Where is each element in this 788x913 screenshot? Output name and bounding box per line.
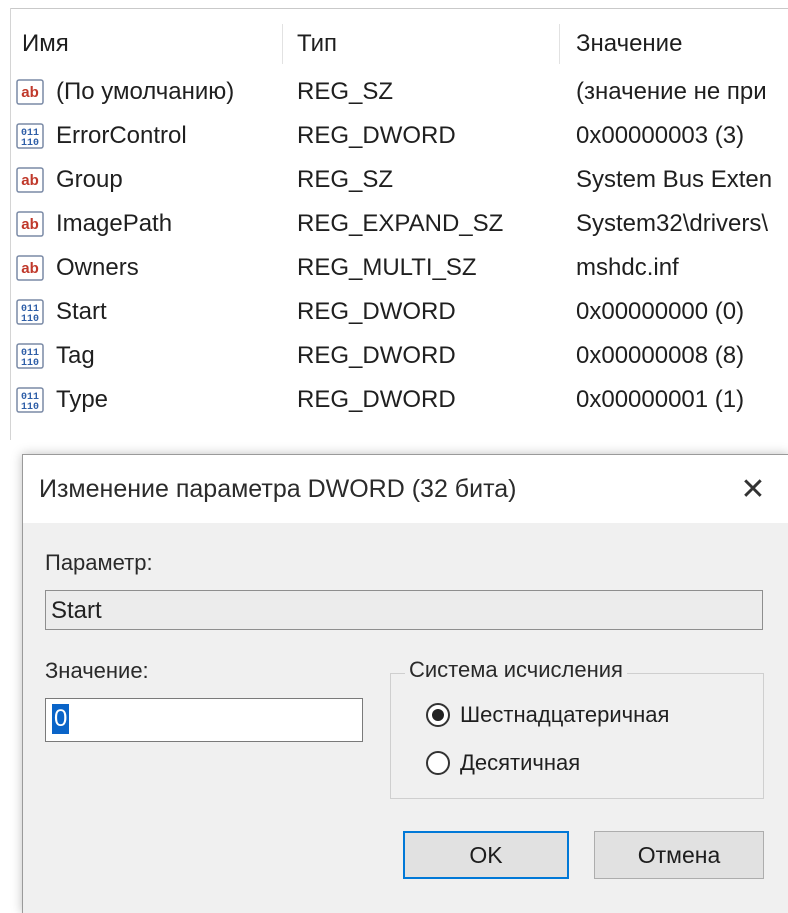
binary-value-icon: 011110: [16, 387, 44, 413]
value-type: REG_DWORD: [297, 342, 456, 369]
table-row[interactable]: ab Group REG_SZ System Bus Exten: [0, 158, 788, 202]
table-row[interactable]: 011 110 Type REG_DWORD 0x00000001 (1): [0, 378, 788, 422]
column-header-row: Имя Тип Значение: [10, 20, 788, 70]
string-value-icon: ab: [16, 211, 44, 237]
radio-decimal-label: Десятичная: [460, 750, 581, 775]
column-header-value[interactable]: Значение: [576, 20, 682, 68]
value-data: System Bus Exten: [576, 166, 773, 193]
svg-text:110: 110: [21, 138, 39, 149]
value-type: REG_DWORD: [297, 298, 456, 325]
ok-button[interactable]: OK: [403, 831, 569, 879]
column-divider[interactable]: [559, 24, 560, 64]
dialog-title: Изменение параметра DWORD (32 бита): [39, 475, 517, 503]
value-type: REG_DWORD: [297, 122, 456, 149]
table-row[interactable]: ab (По умолчанию) REG_SZ (значение не при: [0, 70, 788, 114]
table-row[interactable]: ab ImagePath REG_EXPAND_SZ System32\drivers…: [0, 202, 788, 246]
string-value-icon: ab: [16, 79, 44, 105]
svg-text:ab: ab: [21, 84, 39, 101]
value-data: mshdc.inf: [576, 254, 679, 281]
value-type: REG_MULTI_SZ: [297, 254, 477, 281]
value-name: (По умолчанию): [56, 78, 235, 105]
value-data: 0x00000003 (3): [576, 122, 745, 149]
value-data: System32\drivers\: [576, 210, 769, 237]
string-value-icon: ab: [16, 255, 44, 281]
value-name: Tag: [56, 342, 95, 369]
radio-decimal[interactable]: Десятичная: [426, 750, 580, 776]
value-data-text: 0: [52, 704, 70, 734]
svg-text:110: 110: [21, 358, 39, 369]
radio-selected-icon[interactable]: [426, 703, 450, 727]
binary-value-icon: 011110: [16, 343, 44, 369]
base-group-label: Система исчисления: [405, 657, 627, 683]
value-name: Type: [56, 386, 109, 413]
svg-text:ab: ab: [21, 216, 39, 233]
edit-dword-dialog: Изменение параметра DWORD (32 бита) ✕ Па…: [22, 454, 788, 913]
value-data-input[interactable]: 0: [45, 698, 363, 742]
value-label: Значение:: [45, 658, 149, 683]
table-row[interactable]: 011 110 Tag REG_DWORD 0x00000008 (8): [0, 334, 788, 378]
value-name: Owners: [56, 254, 139, 281]
binary-value-icon: 011110: [16, 299, 44, 325]
column-header-type[interactable]: Тип: [297, 20, 337, 68]
table-row[interactable]: 011 110 ErrorControl REG_DWORD 0x00000003 (3…: [0, 114, 788, 158]
value-type: REG_SZ: [297, 166, 394, 193]
close-icon[interactable]: ✕: [727, 463, 779, 515]
value-data: 0x00000001 (1): [576, 386, 745, 413]
value-type: REG_EXPAND_SZ: [297, 210, 504, 237]
parameter-label: Параметр:: [45, 550, 153, 575]
registry-value-list: Имя Тип Значение ab (По умолчанию) REG_SZ (…: [0, 0, 788, 440]
radio-hexadecimal-label: Шестнадцатеричная: [460, 702, 670, 727]
value-name: Start: [56, 298, 107, 325]
value-data: (значение не при: [576, 78, 767, 105]
value-data: 0x00000000 (0): [576, 298, 745, 325]
table-row[interactable]: ab Owners REG_MULTI_SZ mshdc.inf: [0, 246, 788, 290]
svg-text:110: 110: [21, 402, 39, 413]
base-groupbox: [390, 673, 764, 799]
value-name: ErrorControl: [56, 122, 187, 149]
svg-text:110: 110: [21, 314, 39, 325]
list-top-border: [10, 8, 788, 9]
value-type: REG_SZ: [297, 78, 394, 105]
value-name: Group: [56, 166, 123, 193]
svg-text:ab: ab: [21, 260, 39, 277]
radio-unselected-icon[interactable]: [426, 751, 450, 775]
column-header-name[interactable]: Имя: [22, 20, 69, 68]
svg-text:ab: ab: [21, 172, 39, 189]
binary-value-icon: 011110: [16, 123, 44, 149]
value-name: ImagePath: [56, 210, 173, 237]
value-data: 0x00000008 (8): [576, 342, 745, 369]
table-row[interactable]: 011 110 Start REG_DWORD 0x00000000 (0): [0, 290, 788, 334]
column-divider[interactable]: [282, 24, 283, 64]
value-type: REG_DWORD: [297, 386, 456, 413]
radio-hexadecimal[interactable]: Шестнадцатеричная: [426, 702, 669, 728]
string-value-icon: ab: [16, 167, 44, 193]
parameter-name-field[interactable]: Start: [45, 590, 763, 630]
dialog-titlebar[interactable]: Изменение параметра DWORD (32 бита) ✕: [23, 455, 788, 523]
cancel-button[interactable]: Отмена: [594, 831, 764, 879]
